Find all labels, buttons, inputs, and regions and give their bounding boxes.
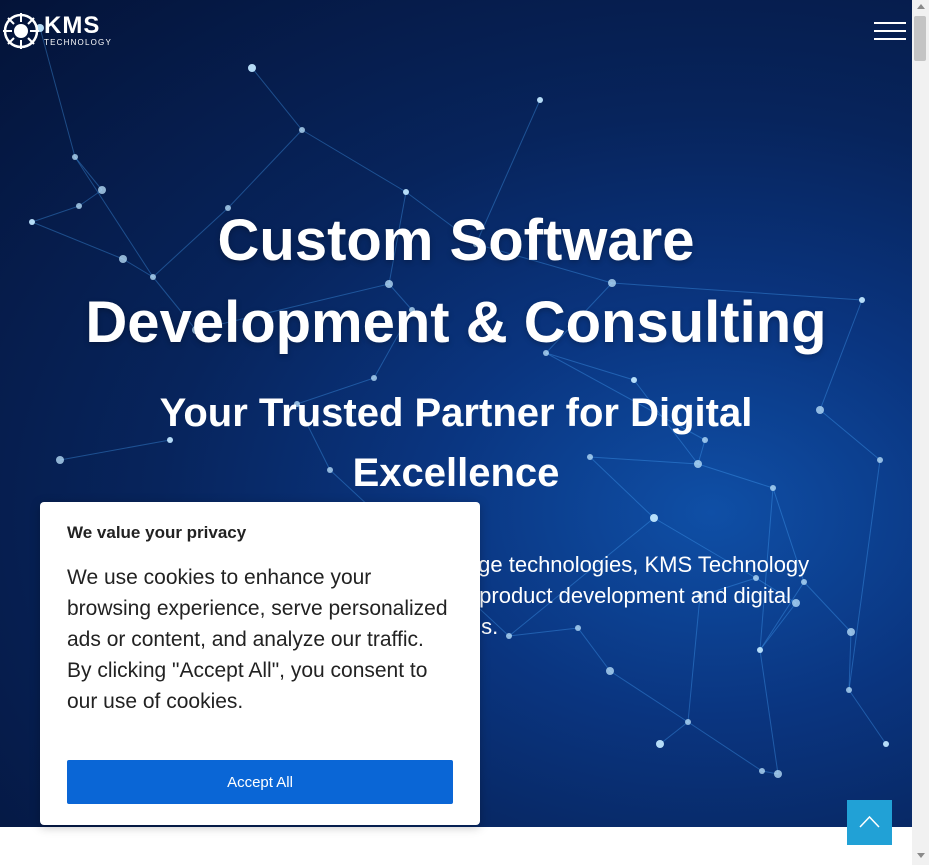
network-line xyxy=(301,129,407,193)
network-node xyxy=(877,457,883,463)
network-node xyxy=(537,97,543,103)
consent-title: We value your privacy xyxy=(67,523,247,542)
chevron-up-icon xyxy=(859,815,880,828)
kms-logo[interactable]: KMS TECHNOLOGY xyxy=(2,12,112,50)
network-node xyxy=(774,770,782,778)
hero-title-line1: Custom Software xyxy=(217,208,695,273)
scroll-up-arrow-icon[interactable] xyxy=(917,4,925,9)
network-node xyxy=(371,375,377,381)
network-node xyxy=(757,647,763,653)
network-node xyxy=(685,719,691,725)
page-content-start xyxy=(0,827,912,865)
network-line xyxy=(74,156,103,191)
hero-subtitle-line1: Your Trusted Partner for Digital xyxy=(159,391,753,435)
network-line xyxy=(609,670,689,723)
hamburger-icon xyxy=(874,22,906,24)
network-line xyxy=(759,649,779,775)
cookie-consent-dialog: We value your privacy We use cookies to … xyxy=(40,502,480,825)
network-node xyxy=(656,740,664,748)
hero-subtitle-line2: Excellence xyxy=(352,451,560,495)
network-line xyxy=(251,67,303,131)
network-node xyxy=(606,667,614,675)
vertical-scrollbar[interactable] xyxy=(912,0,929,865)
hamburger-icon-bar xyxy=(874,38,906,40)
scrollbar-thumb[interactable] xyxy=(914,16,926,61)
network-line xyxy=(687,721,763,772)
hero-title: Custom Software Development & Consulting xyxy=(0,200,912,364)
menu-button[interactable] xyxy=(874,20,908,44)
consent-body: We use cookies to enhance your browsing … xyxy=(67,566,448,713)
network-node xyxy=(98,186,106,194)
back-to-top-button[interactable] xyxy=(847,800,892,845)
network-node xyxy=(299,127,305,133)
hero-title-line2: Development & Consulting xyxy=(85,290,827,355)
accept-all-button[interactable]: Accept All xyxy=(67,760,453,804)
network-node xyxy=(248,64,256,72)
logo-wordmark: KMS xyxy=(44,12,101,39)
network-node xyxy=(759,768,765,774)
network-line xyxy=(848,689,887,745)
network-node xyxy=(846,687,852,693)
scroll-down-arrow-icon[interactable] xyxy=(917,853,925,858)
hamburger-icon-bar xyxy=(874,30,906,32)
network-node xyxy=(883,741,889,747)
kms-logo-mark-icon xyxy=(3,13,39,49)
network-line xyxy=(227,129,303,209)
hero-subtitle: Your Trusted Partner for Digital Excelle… xyxy=(60,383,852,503)
network-node xyxy=(72,154,78,160)
logo-tagline: TECHNOLOGY xyxy=(44,38,113,47)
network-node xyxy=(403,189,409,195)
network-line xyxy=(659,721,689,745)
